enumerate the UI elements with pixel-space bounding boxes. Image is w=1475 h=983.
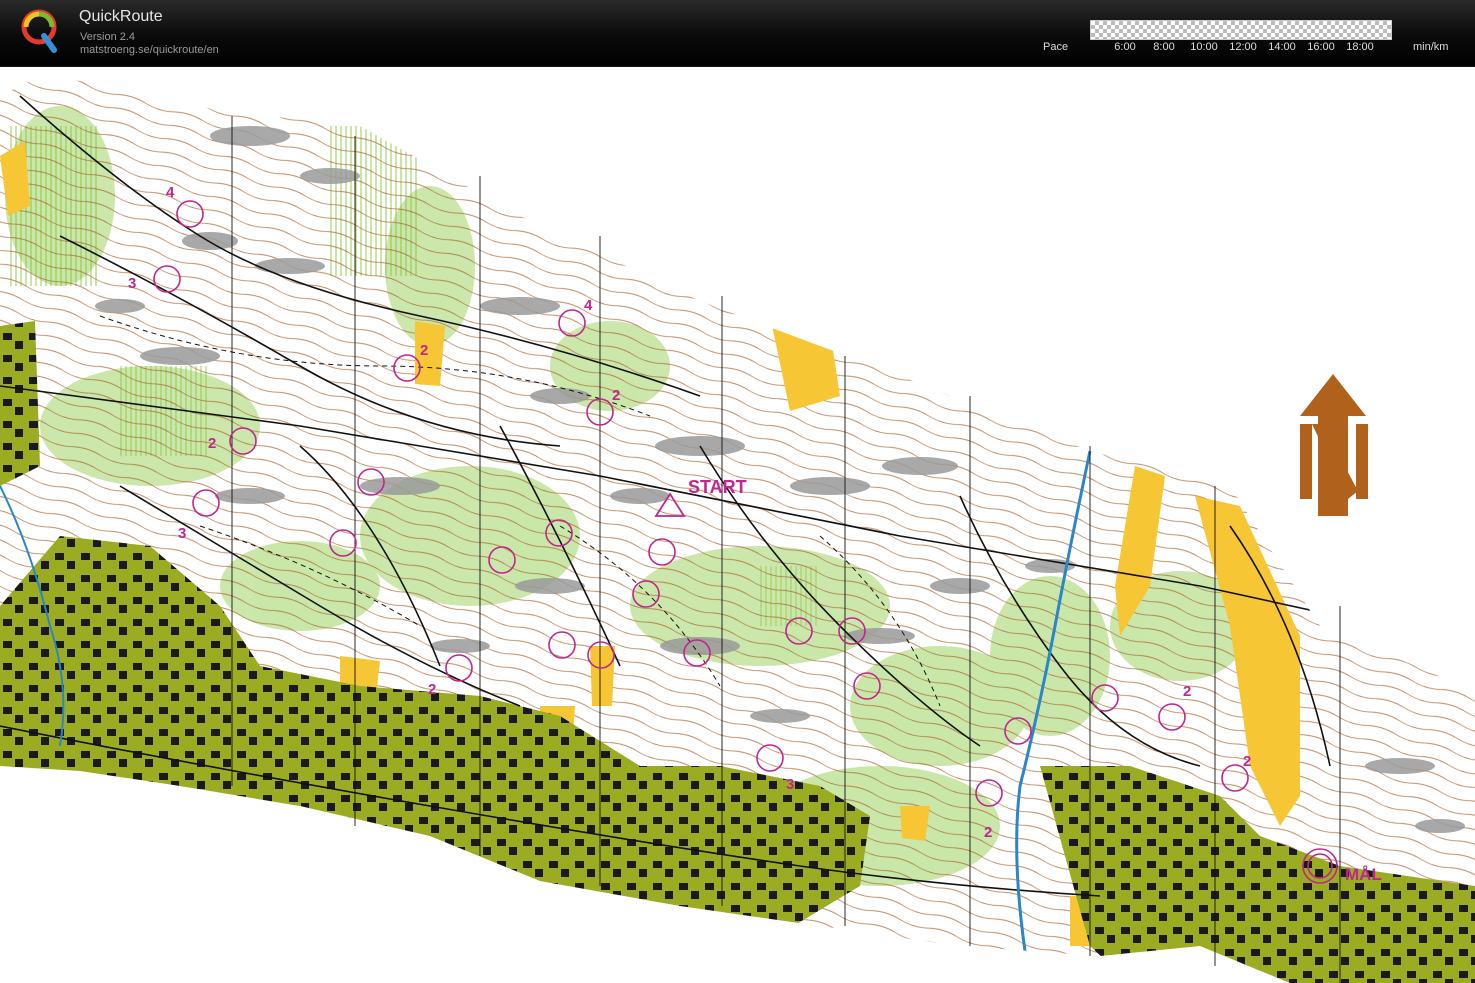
control-number: 3: [178, 525, 186, 542]
app-version: Version 2.4: [80, 31, 136, 43]
app-url[interactable]: matstroeng.se/quickroute/en: [80, 44, 219, 56]
pace-tick: 16:00: [1307, 41, 1335, 53]
control-number: 3: [786, 776, 794, 793]
control-number: 2: [208, 435, 216, 452]
pace-tick: 8:00: [1153, 41, 1175, 53]
control-number: 4: [584, 297, 593, 314]
pace-tick: 6:00: [1114, 41, 1136, 53]
orienteering-map[interactable]: 4 3 2 2 3 4 2 2 3 2 2 2 START MÅL N: [0, 66, 1475, 983]
pace-unit: min/km: [1413, 41, 1449, 53]
pace-color-scale[interactable]: [1090, 20, 1392, 40]
quickroute-logo-icon: [21, 9, 57, 53]
pace-tick: 18:00: [1346, 41, 1374, 53]
pace-tick: 14:00: [1268, 41, 1296, 53]
control-number: 2: [428, 681, 436, 698]
control-number: 3: [128, 275, 136, 292]
terrain: [0, 76, 1475, 983]
pace-label: Pace: [1043, 41, 1069, 53]
pace-tick: 10:00: [1190, 41, 1218, 53]
north-label: N: [1333, 535, 1334, 537]
control-number: 2: [984, 824, 992, 841]
control-number: 2: [420, 342, 428, 359]
control-number: 2: [1243, 753, 1251, 770]
map-canvas[interactable]: 4 3 2 2 3 4 2 2 3 2 2 2 START MÅL N: [0, 66, 1475, 983]
control-number: 2: [1183, 683, 1191, 700]
start-label: START: [688, 477, 747, 497]
pace-tick: 12:00: [1229, 41, 1257, 53]
control-number: 4: [166, 184, 175, 201]
app-header: QuickRoute Version 2.4 matstroeng.se/qui…: [0, 0, 1475, 67]
north-arrow-icon: N: [1300, 374, 1368, 537]
app-title: QuickRoute: [79, 8, 163, 25]
finish-label: MÅL: [1345, 865, 1382, 884]
control-number: 2: [612, 387, 620, 404]
